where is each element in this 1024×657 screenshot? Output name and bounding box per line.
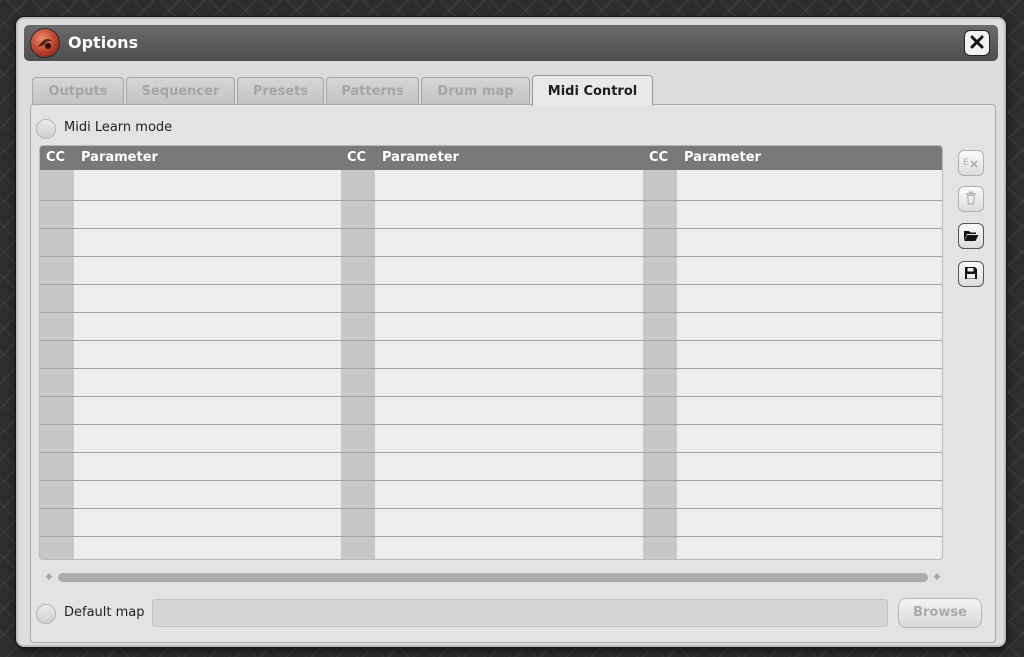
column-header-parameter[interactable]: Parameter [684,146,761,170]
clear-button[interactable]: E [958,150,984,176]
column-header-cc[interactable]: CC [347,146,366,170]
table-row[interactable] [40,228,942,229]
tab-sequencer[interactable]: Sequencer [126,77,235,105]
table-row[interactable] [40,312,942,313]
default-map-label: Default map [64,605,145,620]
default-map-checkbox[interactable] [36,604,56,624]
title-bar[interactable]: Options [24,25,998,61]
table-header: CC Parameter CC Parameter CC Parameter [40,146,942,170]
scrollbar-thumb[interactable] [58,573,928,582]
column-header-parameter[interactable]: Parameter [382,146,459,170]
table-row[interactable] [40,284,942,285]
tab-midi-control[interactable]: Midi Control [532,75,653,106]
table-row[interactable] [40,368,942,369]
midi-learn-label: Midi Learn mode [64,120,173,135]
horizontal-scrollbar[interactable]: ◆ ◆ [43,571,943,583]
app-logo-icon [31,29,59,57]
table-row[interactable] [40,200,942,201]
clear-icon: E [963,154,979,173]
cc-column-1 [40,146,74,559]
open-folder-icon [963,227,979,246]
table-row[interactable] [40,340,942,341]
midi-learn-checkbox[interactable] [36,119,56,139]
close-icon [970,34,984,53]
save-button[interactable] [958,261,984,287]
table-row[interactable] [40,256,942,257]
column-header-parameter[interactable]: Parameter [81,146,158,170]
browse-button[interactable]: Browse [898,598,982,628]
trash-icon [965,190,977,209]
dialog-title: Options [68,33,139,52]
tab-drum-map[interactable]: Drum map [421,77,530,105]
options-dialog: Options Outputs Sequencer Presets Patter… [16,17,1006,647]
open-button[interactable] [958,223,984,249]
cc-column-2 [341,146,375,559]
table-row[interactable] [40,508,942,509]
table-row[interactable] [40,452,942,453]
tab-outputs[interactable]: Outputs [32,77,124,105]
cc-column-3 [643,146,677,559]
delete-button[interactable] [958,186,984,212]
tab-patterns[interactable]: Patterns [326,77,419,105]
column-header-cc[interactable]: CC [46,146,65,170]
scroll-left-arrow-icon[interactable]: ◆ [43,571,55,583]
midi-mapping-table[interactable]: CC Parameter CC Parameter CC Parameter [39,145,943,560]
scroll-right-arrow-icon[interactable]: ◆ [931,571,943,583]
default-map-path-field[interactable] [152,599,888,627]
table-row[interactable] [40,424,942,425]
table-row[interactable] [40,536,942,537]
tab-presets[interactable]: Presets [237,77,324,105]
column-header-cc[interactable]: CC [649,146,668,170]
save-icon [964,265,978,284]
svg-text:E: E [963,158,969,168]
close-button[interactable] [964,30,990,56]
table-row[interactable] [40,396,942,397]
table-row[interactable] [40,480,942,481]
